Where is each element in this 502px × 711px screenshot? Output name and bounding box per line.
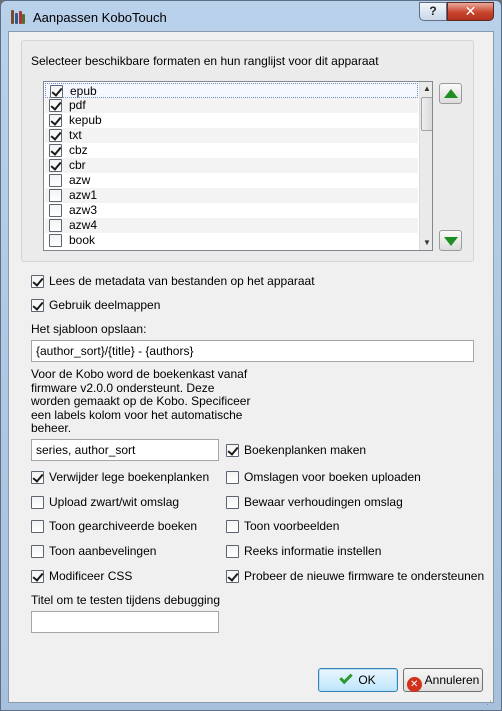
green-down-arrow-icon xyxy=(444,237,458,246)
format-label: azw4 xyxy=(69,218,98,232)
series-info-label: Reeks informatie instellen xyxy=(244,544,382,558)
format-checkbox[interactable] xyxy=(49,219,62,232)
format-row-azw1[interactable]: azw1 xyxy=(45,188,418,203)
new-firmware-checkbox[interactable] xyxy=(226,570,239,583)
cancel-button-label: Annuleren xyxy=(424,673,480,687)
format-label: cbr xyxy=(69,158,86,172)
format-row-cbr[interactable]: cbr xyxy=(45,158,418,173)
move-down-button[interactable] xyxy=(439,230,462,251)
format-checkbox[interactable] xyxy=(49,144,62,157)
calibre-books-icon xyxy=(11,10,25,24)
new-firmware-label: Probeer de nieuwe firmware te ondersteun… xyxy=(244,569,485,583)
format-checkbox[interactable] xyxy=(49,204,62,217)
format-checkbox[interactable] xyxy=(49,174,62,187)
format-row-azw4[interactable]: azw4 xyxy=(45,218,418,233)
title-bar[interactable]: Aanpassen KoboTouch ? ✕ xyxy=(1,1,501,33)
series-info-checkbox[interactable] xyxy=(226,545,239,558)
show-previews-checkbox[interactable] xyxy=(226,520,239,533)
format-label: azw3 xyxy=(69,203,98,217)
format-row-azw[interactable]: azw xyxy=(45,173,418,188)
debug-title-label: Titel om te testen tijdens debugging xyxy=(31,593,221,607)
format-row-azw3[interactable]: azw3 xyxy=(45,203,418,218)
ok-button[interactable]: OK xyxy=(318,668,398,692)
shelves-description: Voor de Kobo word de boekenkast vanaf fi… xyxy=(31,367,251,435)
format-label: cbz xyxy=(69,143,88,157)
shelf-columns-input[interactable]: series, author_sort xyxy=(31,439,219,461)
delete-empty-shelves-checkbox[interactable] xyxy=(31,471,44,484)
window-title: Aanpassen KoboTouch xyxy=(33,10,167,25)
format-row-cbz[interactable]: cbz xyxy=(45,143,418,158)
delete-empty-shelves-label: Verwijder lege boekenplanken xyxy=(49,470,210,484)
create-shelves-checkbox[interactable] xyxy=(226,444,239,457)
show-recommendations-checkbox[interactable] xyxy=(31,545,44,558)
read-metadata-label: Lees de metadata van bestanden op het ap… xyxy=(49,274,315,288)
format-label: txt xyxy=(69,128,82,142)
formats-list[interactable]: epub pdf kepub txt cbz cbr azw azw1 azw3 azw4 book… xyxy=(43,81,433,251)
format-checkbox[interactable] xyxy=(50,85,63,98)
format-label: book xyxy=(69,233,96,247)
subfolders-checkbox[interactable] xyxy=(31,299,44,312)
format-checkbox[interactable] xyxy=(49,114,62,127)
format-checkbox[interactable] xyxy=(49,99,62,112)
format-checkbox[interactable] xyxy=(49,234,62,247)
scroll-thumb[interactable] xyxy=(421,97,432,131)
format-checkbox[interactable] xyxy=(49,129,62,142)
resize-grip-icon[interactable]: ⋰ xyxy=(486,696,496,706)
create-shelves-label: Boekenplanken maken xyxy=(244,443,367,457)
format-label: epub xyxy=(70,84,97,98)
show-archived-checkbox[interactable] xyxy=(31,520,44,533)
keep-aspect-label: Bewaar verhoudingen omslag xyxy=(244,495,403,509)
template-input[interactable]: {author_sort}/{title} - {authors} xyxy=(31,340,474,362)
formats-scrollbar[interactable]: ▲ ▼ xyxy=(419,82,432,250)
upload-covers-label: Omslagen voor boeken uploaden xyxy=(244,470,421,484)
show-archived-label: Toon gearchiveerde boeken xyxy=(49,519,198,533)
format-row-book[interactable]: book xyxy=(45,233,418,248)
cancel-button[interactable]: ✕ Annuleren xyxy=(403,668,483,692)
ok-button-label: OK xyxy=(358,673,376,687)
format-label: azw1 xyxy=(69,188,98,202)
format-label: kepub xyxy=(69,113,102,127)
template-label: Het sjabloon opslaan: xyxy=(31,322,147,336)
close-button[interactable]: ✕ xyxy=(447,2,494,21)
help-button[interactable]: ? xyxy=(419,2,447,21)
modify-css-label: Modificeer CSS xyxy=(49,569,133,583)
cancel-x-icon: ✕ xyxy=(406,677,422,692)
green-up-arrow-icon xyxy=(444,89,458,98)
read-metadata-checkbox[interactable] xyxy=(31,275,44,288)
debug-title-input[interactable] xyxy=(31,611,219,633)
upload-grayscale-label: Upload zwart/wit omslag xyxy=(49,495,180,509)
modify-css-checkbox[interactable] xyxy=(31,570,44,583)
show-previews-label: Toon voorbeelden xyxy=(244,519,340,533)
format-label: pdf xyxy=(69,98,86,112)
keep-aspect-checkbox[interactable] xyxy=(226,496,239,509)
format-checkbox[interactable] xyxy=(49,189,62,202)
formats-heading: Selecteer beschikbare formaten en hun ra… xyxy=(31,54,379,68)
upload-covers-checkbox[interactable] xyxy=(226,471,239,484)
format-row-kepub[interactable]: kepub xyxy=(45,113,418,128)
upload-grayscale-checkbox[interactable] xyxy=(31,496,44,509)
scroll-down-arrow-icon[interactable]: ▼ xyxy=(420,236,432,250)
move-up-button[interactable] xyxy=(439,83,462,104)
format-row-txt[interactable]: txt xyxy=(45,128,418,143)
format-label: azw xyxy=(69,173,91,187)
format-checkbox[interactable] xyxy=(49,159,62,172)
checkmark-icon xyxy=(339,670,354,685)
subfolders-label: Gebruik deelmappen xyxy=(49,298,161,312)
format-row-pdf[interactable]: pdf xyxy=(45,98,418,113)
format-row-epub[interactable]: epub xyxy=(45,83,418,98)
show-recommendations-label: Toon aanbevelingen xyxy=(49,544,157,558)
scroll-up-arrow-icon[interactable]: ▲ xyxy=(420,82,432,96)
